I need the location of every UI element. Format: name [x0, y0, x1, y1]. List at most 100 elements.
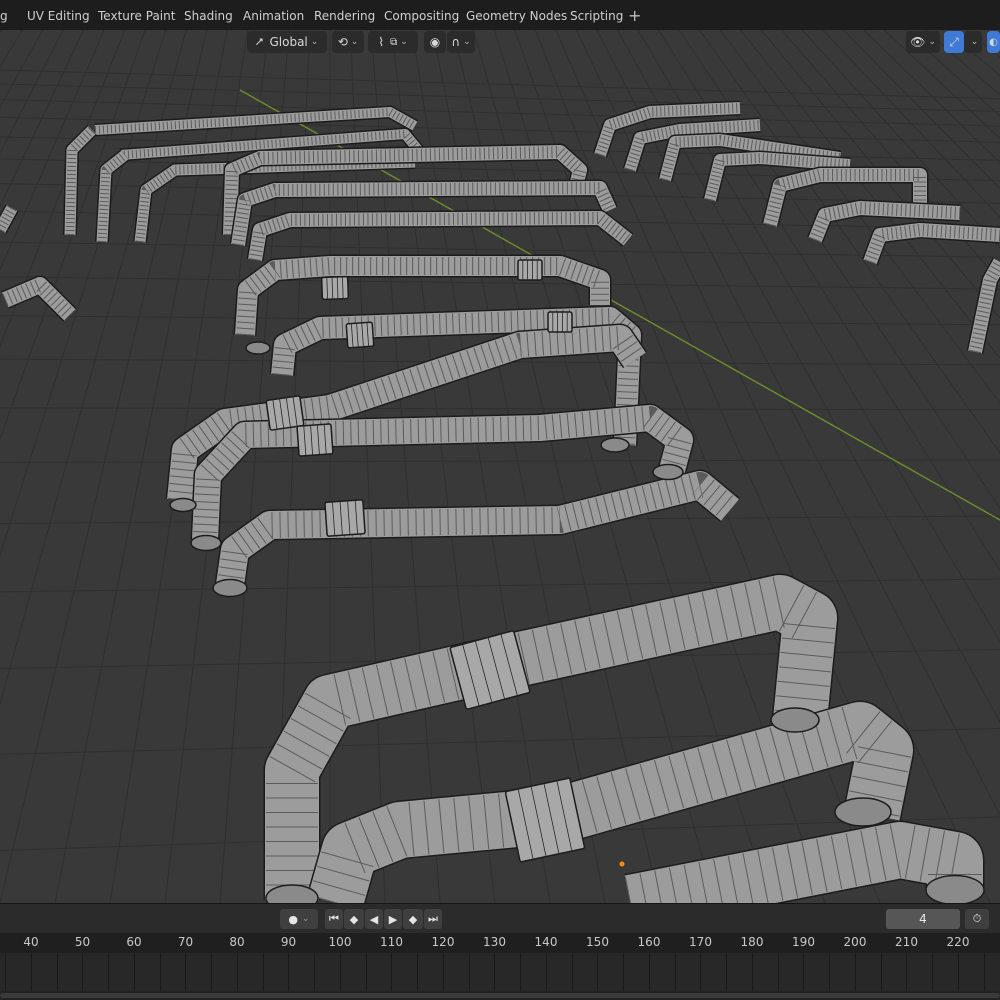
track-gridline [726, 953, 727, 991]
grid-line [0, 578, 1000, 593]
jump-to-end-button[interactable]: ⏭ [424, 909, 442, 929]
keying-record-dropdown[interactable]: ● ⌄ [280, 909, 318, 929]
proportional-falloff-dropdown[interactable]: ∩ ⌄ [447, 31, 475, 53]
transform-orientation-label: Global [269, 35, 308, 49]
ruler-label: 200 [843, 935, 867, 949]
tab-compositing[interactable]: Compositing [384, 9, 459, 23]
timeline-track[interactable] [0, 953, 1000, 991]
timeline-header: ● ⌄ ⏮ ◆ ◀ ▶ ◆ ⏭ 4 ⏱ [0, 903, 1000, 933]
track-gridline [391, 953, 392, 991]
track-gridline [134, 953, 135, 991]
current-frame-field[interactable]: 4 [886, 909, 960, 929]
track-gridline [160, 953, 161, 991]
ruler-label: 180 [740, 935, 764, 949]
next-key-icon: ◆ [408, 912, 418, 926]
jump-to-start-button[interactable]: ⏮ [325, 909, 343, 929]
play-reverse-button[interactable]: ◀ [365, 909, 383, 929]
proportional-edit-icon: ◉ [429, 35, 441, 49]
ruler-label: 110 [380, 935, 403, 949]
track-gridline [803, 953, 804, 991]
track-gridline [546, 953, 547, 991]
pivot-point-dropdown[interactable]: ⟲ ⌄ [332, 31, 364, 53]
add-workspace-button[interactable]: + [628, 6, 641, 25]
timeline-scrollbar[interactable] [0, 991, 1000, 1000]
tab-animation[interactable]: Animation [243, 9, 304, 23]
chevron-down-icon: ⌄ [463, 37, 471, 47]
pipe-coupler [265, 395, 305, 431]
track-gridline [855, 953, 856, 991]
chevron-down-icon: ⌄ [400, 37, 408, 47]
pipe-coupler [547, 311, 573, 333]
pipe-coupler [296, 423, 334, 457]
coupler-body [504, 777, 586, 863]
coupler-body [547, 311, 573, 333]
chevron-down-icon: ⌄ [970, 37, 979, 47]
overlay-icon: ◐ [989, 36, 998, 48]
play-button[interactable]: ▶ [384, 909, 402, 929]
track-gridline [572, 953, 573, 991]
scrollbar-thumb[interactable] [0, 993, 1000, 998]
chevron-down-icon: ⌄ [310, 37, 319, 47]
tab-texture-paint[interactable]: Texture Paint [98, 9, 175, 23]
frame-ruler[interactable]: 40 50 60 70 80 90 100 110 120 130 140 150 160 170 180 1… [0, 933, 1000, 953]
pipe-end-cap [770, 707, 820, 733]
proportional-edit-toggle[interactable]: ◉ [424, 31, 446, 53]
track-gridline [675, 953, 676, 991]
tab-shading[interactable]: Shading [184, 9, 233, 23]
track-gridline [5, 953, 6, 991]
grid-line [0, 276, 1000, 290]
coupler-body [517, 259, 543, 281]
track-gridline [958, 953, 959, 991]
next-keyframe-button[interactable]: ◆ [403, 909, 423, 929]
snap-target-icon: ⧉ [390, 36, 398, 48]
tab-scripting[interactable]: Scripting [570, 9, 623, 23]
play-icon: ▶ [388, 912, 398, 926]
viewport-scene [0, 30, 1000, 903]
pipe-body [248, 211, 633, 262]
chevron-down-icon: ⌄ [928, 37, 936, 47]
overlay-toggle-button[interactable]: ◐ [987, 31, 1000, 53]
track-gridline [288, 953, 289, 991]
tab-modeling[interactable]: g [0, 9, 8, 23]
pipe-coupler [345, 321, 375, 349]
coupler-body [324, 499, 366, 537]
play-reverse-icon: ◀ [369, 912, 379, 926]
ruler-label: 220 [946, 935, 970, 949]
coupler-body [265, 395, 305, 431]
track-gridline [108, 953, 109, 991]
track-gridline [211, 953, 212, 991]
tab-uv-editing[interactable]: UV Editing [27, 9, 90, 23]
pipe-end-cap [925, 874, 985, 903]
ruler-label: 90 [280, 935, 297, 949]
ruler-label: 60 [126, 935, 142, 949]
pipe-coupler [517, 259, 543, 281]
track-gridline [906, 953, 907, 991]
gizmo-toggle-button[interactable]: ⤢ [944, 31, 964, 53]
pipe-coupler [320, 275, 350, 301]
tab-geometry-nodes[interactable]: Geometry Nodes [466, 9, 567, 23]
ruler-label: 150 [586, 935, 609, 949]
object-visibility-dropdown[interactable]: 👁 ⌄ [906, 31, 940, 53]
chevron-down-icon: ⌄ [302, 914, 310, 924]
stopwatch-button[interactable]: ⏱ [965, 909, 989, 929]
tab-rendering[interactable]: Rendering [314, 9, 375, 23]
track-gridline [417, 953, 418, 991]
snap-toggle[interactable]: ⌇ ⧉ ⌄ [368, 31, 418, 53]
track-gridline [494, 953, 495, 991]
track-gridline [520, 953, 521, 991]
grid-line [0, 459, 1000, 463]
grid-line [0, 407, 1000, 411]
track-gridline [314, 953, 315, 991]
ruler-label: 140 [534, 935, 558, 949]
jump-start-icon: ⏮ [329, 912, 339, 925]
pipe-coupler [504, 777, 586, 863]
prev-keyframe-button[interactable]: ◆ [344, 909, 364, 929]
ruler-label: 120 [431, 935, 455, 949]
track-gridline [984, 953, 985, 991]
pipe-body [624, 822, 983, 903]
visibility-icon: 👁 [910, 35, 926, 49]
pipe-end-cap [834, 797, 892, 827]
3d-viewport[interactable]: ⭧ Global ⌄ ⟲ ⌄ ⌇ ⧉ ⌄ ◉ ∩ ⌄ 👁 ⌄ ⤢ ⌄ ◐ [0, 30, 1000, 903]
gizmo-options-dropdown[interactable]: ⌄ [964, 31, 982, 53]
transform-orientation-dropdown[interactable]: ⭧ Global ⌄ [247, 31, 327, 53]
